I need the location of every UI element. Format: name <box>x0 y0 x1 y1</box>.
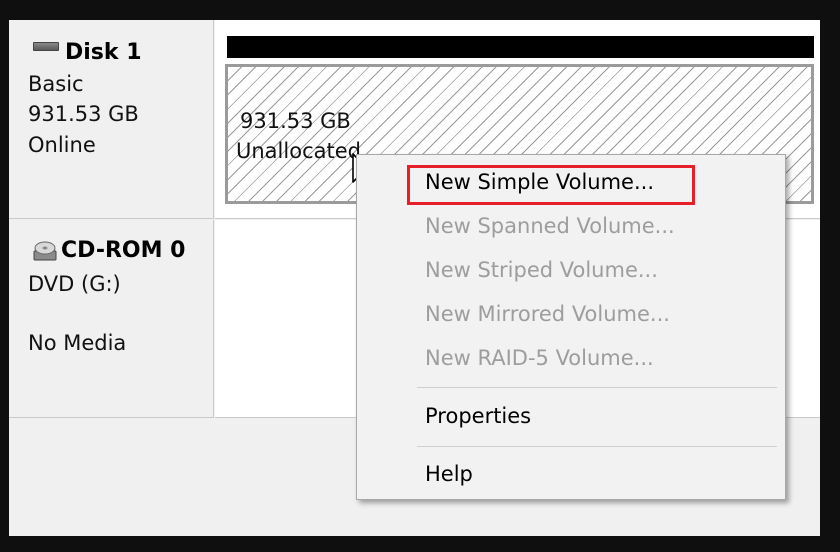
menu-item-properties[interactable]: Properties <box>425 404 531 428</box>
disk1-status: Online <box>28 133 96 157</box>
disk1-size: 931.53 GB <box>28 102 139 126</box>
menu-item-new-raid5-volume[interactable]: New RAID-5 Volume... <box>425 346 654 370</box>
menu-item-new-simple-volume[interactable]: New Simple Volume... <box>425 170 654 194</box>
cd-icon <box>33 238 57 262</box>
menu-item-help[interactable]: Help <box>425 462 473 486</box>
menu-item-new-striped-volume[interactable]: New Striped Volume... <box>425 258 658 282</box>
cdrom-label-panel[interactable]: CD-ROM 0 DVD (G:) No Media <box>9 220 214 418</box>
context-menu: New Simple Volume... New Spanned Volume.… <box>356 154 786 500</box>
menu-item-new-spanned-volume[interactable]: New Spanned Volume... <box>425 214 675 238</box>
cdrom-name-row: CD-ROM 0 <box>33 238 185 263</box>
cdrom-type: DVD (G:) <box>28 272 121 296</box>
disk1-type: Basic <box>28 72 84 96</box>
disk1-name: Disk 1 <box>65 40 142 65</box>
menu-separator <box>417 446 777 447</box>
unallocated-size: 931.53 GB <box>240 109 351 133</box>
menu-item-new-mirrored-volume[interactable]: New Mirrored Volume... <box>425 302 670 326</box>
disk-icon <box>33 42 59 51</box>
disk1-label-panel[interactable]: Disk 1 Basic 931.53 GB Online <box>9 20 214 219</box>
cdrom-status: No Media <box>28 331 127 355</box>
unallocated-header-bar <box>227 36 814 58</box>
disk1-name-row: Disk 1 <box>33 40 142 65</box>
menu-separator <box>417 387 777 388</box>
cdrom-name: CD-ROM 0 <box>61 238 186 263</box>
unallocated-label: Unallocated <box>236 139 361 163</box>
